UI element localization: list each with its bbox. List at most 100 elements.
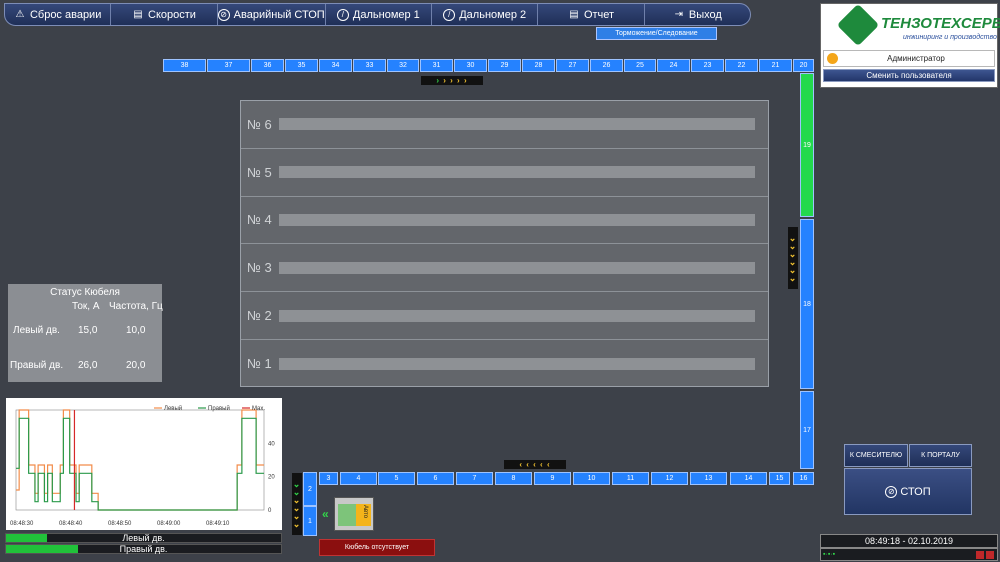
y-tick-label: 40 xyxy=(268,441,275,447)
track-cell-29[interactable]: 29 xyxy=(488,59,521,72)
track-cell-24[interactable]: 24 xyxy=(657,59,690,72)
track-cell-1[interactable]: 1 xyxy=(303,506,317,536)
stop-icon: ⊘ xyxy=(885,485,898,498)
bucket-absent-alert: Кюбель отсутствует xyxy=(319,539,435,556)
report-button[interactable]: ▤ Отчет xyxy=(538,4,645,25)
track-cell-27[interactable]: 27 xyxy=(556,59,589,72)
track-cell-26[interactable]: 26 xyxy=(590,59,623,72)
track-cell-4[interactable]: 4 xyxy=(340,472,377,485)
track-cell-7[interactable]: 7 xyxy=(456,472,493,485)
track-cell-11[interactable]: 11 xyxy=(612,472,649,485)
stack-bar xyxy=(279,309,755,322)
rangefinder-2-button[interactable]: / Дальномер 2 xyxy=(432,4,539,25)
right-motor-current: 26,0 xyxy=(78,360,98,371)
track-cell-30[interactable]: 30 xyxy=(454,59,487,72)
bucket-vehicle[interactable]: Авто xyxy=(334,497,374,531)
left-motor-current: 15,0 xyxy=(78,325,98,336)
track-cell-9[interactable]: 9 xyxy=(534,472,571,485)
track-cell-10[interactable]: 10 xyxy=(573,472,610,485)
stack-row[interactable]: № 2 xyxy=(241,292,768,340)
track-cell-15[interactable]: 15 xyxy=(769,472,790,485)
track-cell-37[interactable]: 37 xyxy=(207,59,250,72)
stack-bar xyxy=(279,357,755,370)
stack-row[interactable]: № 6 xyxy=(241,101,768,149)
current-header: Ток, А xyxy=(72,301,100,312)
y-tick-label: 0 xyxy=(268,508,272,514)
legend-label: Max. xyxy=(252,406,265,412)
track-cell-38[interactable]: 38 xyxy=(163,59,206,72)
track-cell-16[interactable]: 16 xyxy=(793,472,814,485)
x-tick-label: 08:49:10 xyxy=(206,521,230,527)
left-motor-label: Левый дв. xyxy=(13,325,60,336)
track-cell-22[interactable]: 22 xyxy=(725,59,758,72)
x-tick-label: 08:49:00 xyxy=(157,521,181,527)
change-user-button[interactable]: Сменить пользователя xyxy=(823,69,995,82)
stack-row[interactable]: № 4 xyxy=(241,197,768,245)
motor-current-chart: 08:48:30 08:48:40 08:48:50 08:49:00 08:49:10… xyxy=(6,398,282,530)
chart-svg: 08:48:30 08:48:40 08:48:50 08:49:00 08:49:10… xyxy=(10,405,275,527)
report-icon: ▤ xyxy=(569,9,579,20)
speeds-button[interactable]: ▤ Скорости xyxy=(111,4,218,25)
track-cell-21[interactable]: 21 xyxy=(759,59,792,72)
legend-label: Правый xyxy=(208,405,230,412)
x-tick-label: 08:48:30 xyxy=(10,521,34,527)
datetime-display: 08:49:18 - 02.10.2019 xyxy=(820,534,998,548)
track-cell-19[interactable]: 19 xyxy=(800,73,814,217)
y-tick-label: 20 xyxy=(268,475,275,481)
track-cell-36[interactable]: 36 xyxy=(251,59,284,72)
storage-area: № 6 № 5 № 4 № 3 № 2 № 1 xyxy=(240,100,769,387)
bucket-status-panel: Статус Кюбеля Ток, А Частота, Гц Левый д… xyxy=(8,284,163,382)
rangefinder-1-button[interactable]: / Дальномер 1 xyxy=(326,4,433,25)
exit-button[interactable]: ⇥ Выход xyxy=(645,4,750,25)
stack-label: № 5 xyxy=(247,164,272,180)
track-cell-14[interactable]: 14 xyxy=(730,472,767,485)
user-role: Администратор xyxy=(887,54,945,63)
track-cell-23[interactable]: 23 xyxy=(691,59,724,72)
to-portal-button[interactable]: К ПОРТАЛУ xyxy=(909,444,972,467)
gauge-icon: / xyxy=(336,8,349,21)
track-cell-28[interactable]: 28 xyxy=(522,59,555,72)
left-motor-meter: Левый дв. xyxy=(5,533,282,543)
bucket-body xyxy=(338,504,356,526)
direction-up-icon: ⌄ ⌄ ⌄ ⌄ ⌄ ⌄ xyxy=(292,473,302,535)
right-motor-freq: 20,0 xyxy=(126,360,146,371)
track-cell-13[interactable]: 13 xyxy=(690,472,727,485)
track-cell-34[interactable]: 34 xyxy=(319,59,352,72)
track-cell-20[interactable]: 20 xyxy=(793,59,814,72)
track-cell-17[interactable]: 17 xyxy=(800,391,814,469)
track-cell-33[interactable]: 33 xyxy=(353,59,386,72)
x-tick-label: 08:48:40 xyxy=(59,521,83,527)
track-cell-8[interactable]: 8 xyxy=(495,472,532,485)
track-cell-18[interactable]: 18 xyxy=(800,219,814,389)
track-cell-2[interactable]: 2 xyxy=(303,472,317,506)
user-box: Администратор xyxy=(823,50,995,67)
reset-alarm-button[interactable]: ⚠ Сброс аварии xyxy=(5,4,112,25)
stack-row[interactable]: № 3 xyxy=(241,244,768,293)
track-cell-3[interactable]: 3 xyxy=(319,472,338,485)
logo-tagline: инжиниринг и производство xyxy=(903,34,997,41)
status-footer: ▪·▪·▪ xyxy=(820,548,998,561)
track-cell-5[interactable]: 5 xyxy=(378,472,415,485)
track-cell-32[interactable]: 32 xyxy=(387,59,419,72)
warning-icon: ⚠ xyxy=(15,9,25,20)
logo-icon xyxy=(836,3,880,47)
track-cell-25[interactable]: 25 xyxy=(624,59,656,72)
stack-row[interactable]: № 1 xyxy=(241,340,768,388)
stack-bar xyxy=(279,118,755,131)
track-cell-12[interactable]: 12 xyxy=(651,472,688,485)
auto-label: Авто xyxy=(362,505,368,519)
series-line-Левый xyxy=(16,409,264,511)
direction-down-icon: ⌄ ⌄ ⌄ ⌄ ⌄ ⌄ xyxy=(788,227,798,289)
stop-button[interactable]: ⊘ СТОП xyxy=(844,468,972,515)
status-title: Статус Кюбеля xyxy=(50,287,120,298)
freq-header: Частота, Гц xyxy=(109,301,163,312)
company-logo-panel: ТЕНЗОТЕХСЕРВИС инжиниринг и производство… xyxy=(820,3,1000,88)
track-cell-35[interactable]: 35 xyxy=(285,59,318,72)
track-cell-6[interactable]: 6 xyxy=(417,472,454,485)
stack-bar xyxy=(279,166,755,179)
emergency-stop-button[interactable]: ⊘ Аварийный СТОП xyxy=(217,4,326,25)
to-mixer-button[interactable]: К СМЕСИТЕЛЮ xyxy=(844,444,908,467)
stack-row[interactable]: № 5 xyxy=(241,149,768,197)
track-cell-31[interactable]: 31 xyxy=(420,59,453,72)
stack-label: № 4 xyxy=(247,212,272,228)
